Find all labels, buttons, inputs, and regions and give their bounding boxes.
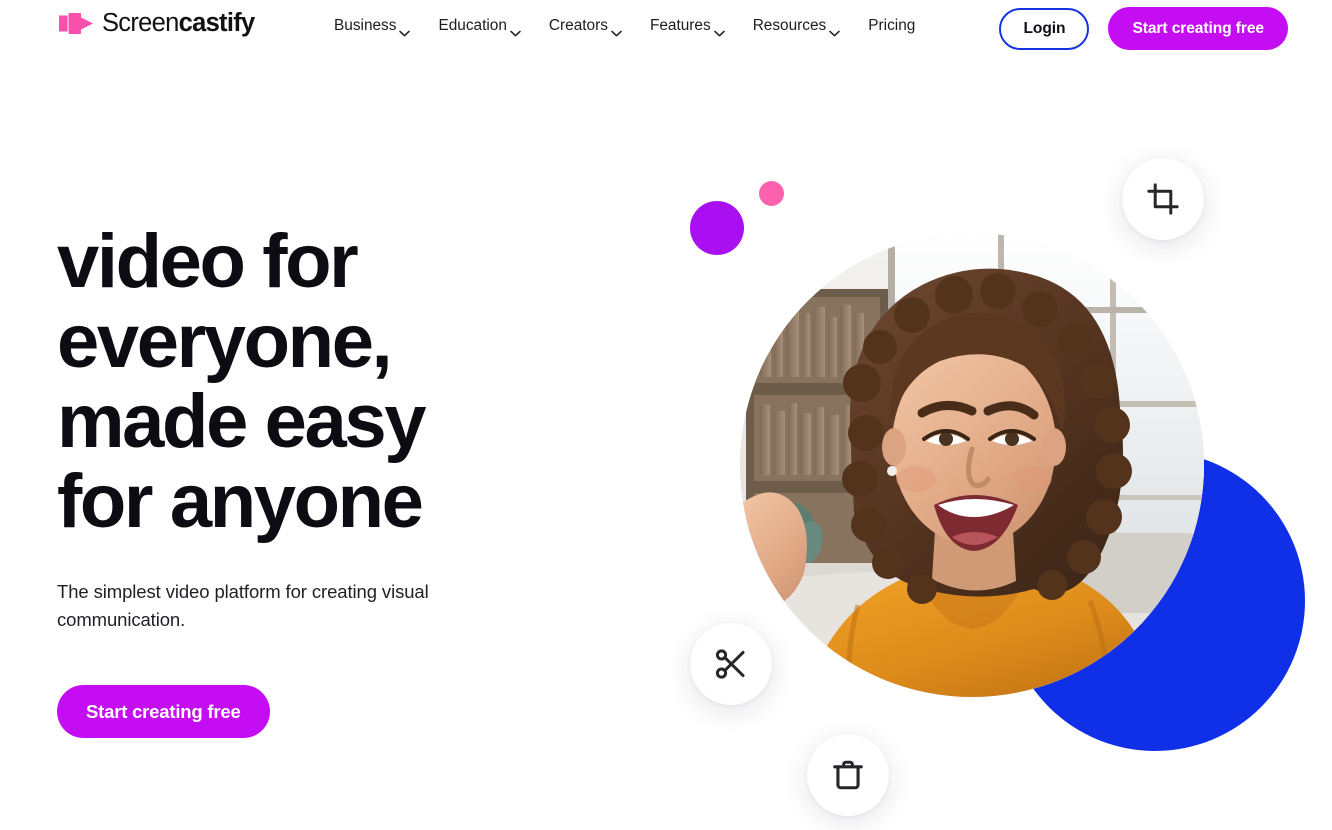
cut-icon <box>714 647 748 681</box>
page-root: Screencastify Business Education Creator… <box>0 0 1332 830</box>
nav-label: Features <box>649 17 711 34</box>
brand-wordmark: Screencastify <box>102 9 256 37</box>
chevron-down-icon <box>399 24 411 37</box>
pink-dot-decoration <box>759 181 784 206</box>
page-title: video for everyone, made easy for anyone <box>57 219 427 544</box>
crop-icon <box>1146 182 1180 216</box>
site-header: Screencastify Business Education Creator… <box>0 0 1332 57</box>
hero-start-creating-free-button[interactable]: Start creating free <box>57 685 270 738</box>
hero-copy: video for everyone, made easy for anyone… <box>57 222 577 738</box>
header-start-creating-free-button[interactable]: Start creating free <box>1108 7 1288 50</box>
crop-tool-badge[interactable] <box>1122 158 1204 240</box>
main-navigation: Business Education Creators Features Res… <box>334 17 915 37</box>
nav-item-creators[interactable]: Creators <box>548 17 622 37</box>
hero-subheading: The simplest video platform for creating… <box>57 581 429 630</box>
chevron-down-icon <box>611 24 622 37</box>
nav-item-education[interactable]: Education <box>438 17 521 37</box>
brand-name-bold: castify <box>178 9 256 37</box>
chevron-down-icon <box>713 24 725 37</box>
nav-item-resources[interactable]: Resources <box>752 17 841 37</box>
nav-item-business[interactable]: Business <box>334 17 411 37</box>
hero-artwork <box>600 57 1332 830</box>
screencastify-logo-icon <box>59 11 93 36</box>
brand-logo[interactable]: Screencastify <box>59 9 256 37</box>
nav-item-pricing[interactable]: Pricing <box>868 17 915 35</box>
header-actions: Login Start creating free <box>999 7 1288 50</box>
chevron-down-icon <box>829 24 841 37</box>
cut-tool-badge[interactable] <box>690 623 772 705</box>
nav-label: Resources <box>752 17 827 34</box>
nav-label: Creators <box>548 17 608 34</box>
login-button[interactable]: Login <box>999 7 1090 50</box>
chevron-down-icon <box>510 24 521 37</box>
trash-icon <box>831 758 865 792</box>
nav-item-features[interactable]: Features <box>649 17 725 37</box>
purple-dot-decoration <box>690 201 744 255</box>
hero-portrait-image <box>740 233 1204 697</box>
nav-label: Education <box>438 17 507 34</box>
delete-tool-badge[interactable] <box>807 734 889 816</box>
nav-label: Pricing <box>868 17 916 34</box>
nav-label: Business <box>334 17 397 34</box>
brand-name-light: Screen <box>102 9 179 37</box>
